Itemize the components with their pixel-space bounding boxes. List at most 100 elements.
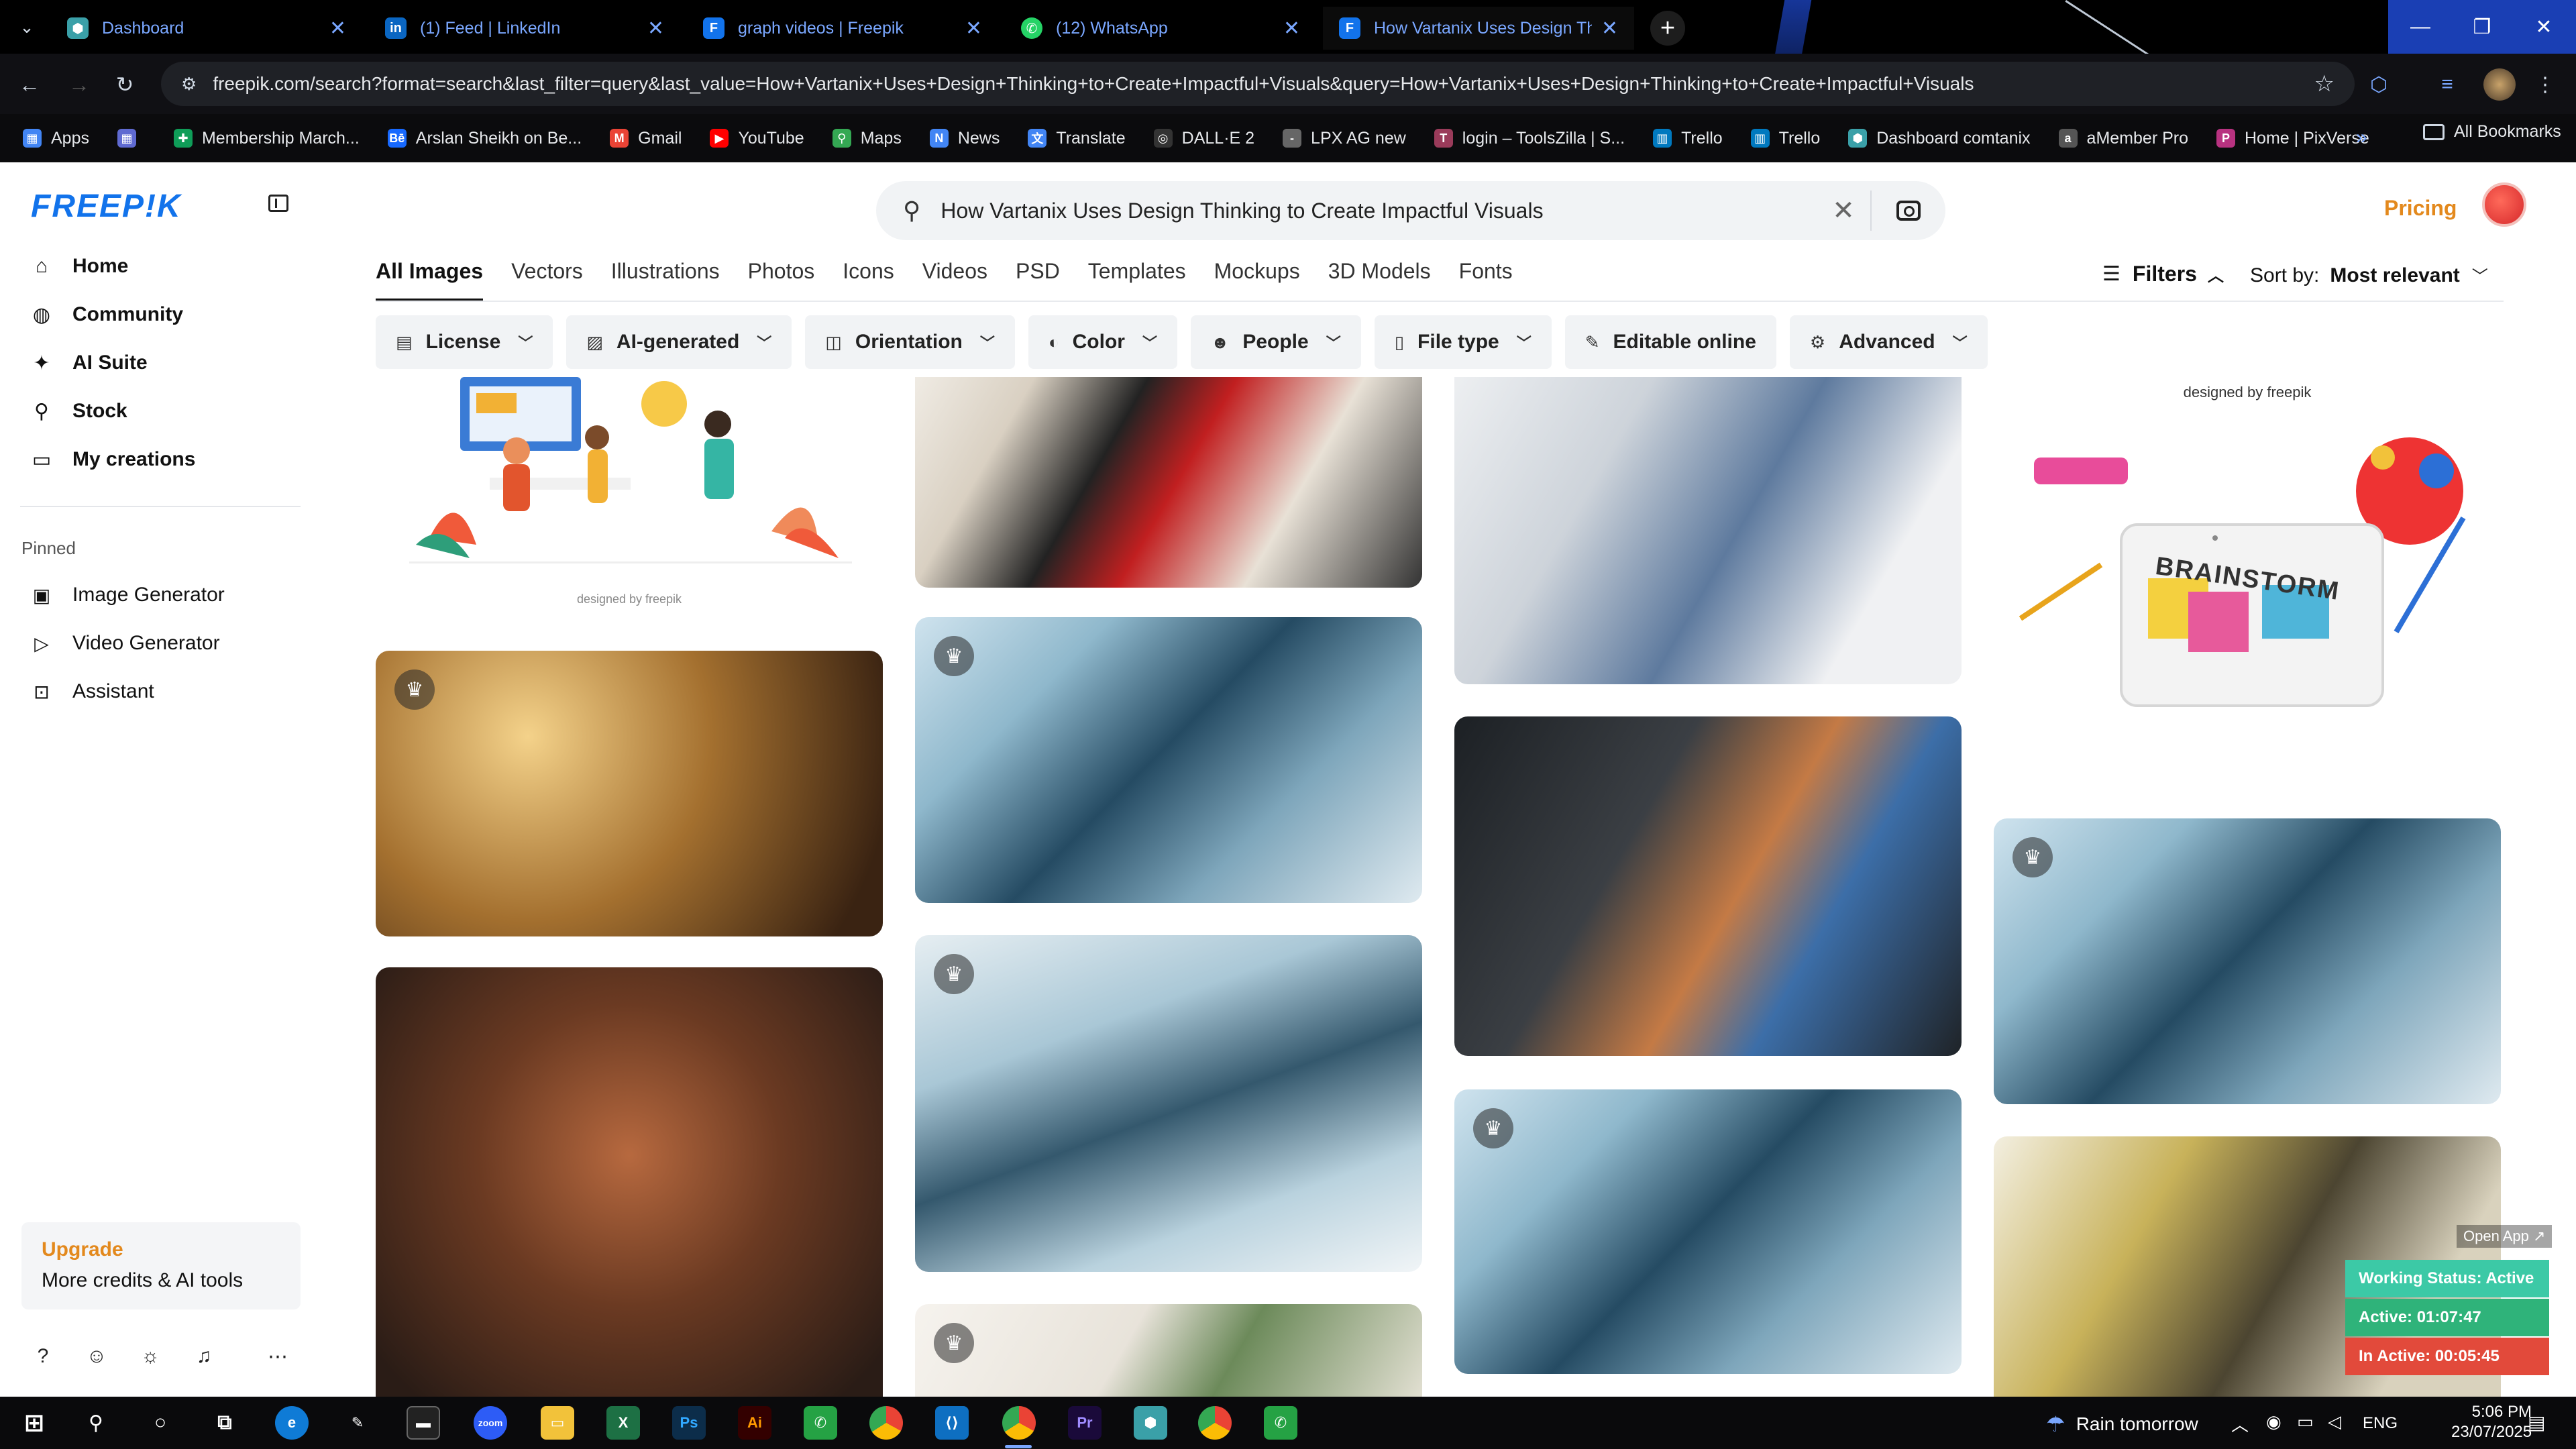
- theme-sun-icon[interactable]: ☼: [138, 1344, 162, 1368]
- bookmark-gmail[interactable]: M Gmail: [610, 129, 682, 148]
- close-tab-icon[interactable]: ✕: [965, 17, 982, 40]
- file-explorer-icon[interactable]: ▭: [541, 1406, 574, 1440]
- browser-tab-linkedin[interactable]: in (1) Feed | LinkedIn ✕: [369, 7, 680, 50]
- excel-icon[interactable]: X: [606, 1406, 640, 1440]
- tab-search-chevron-icon[interactable]: ⌄: [12, 12, 42, 42]
- bookmark-dashboard-comtanix[interactable]: ⬢ Dashboard comtanix: [1848, 129, 2031, 148]
- tab-icons[interactable]: Icons: [843, 259, 894, 302]
- tab-fonts[interactable]: Fonts: [1459, 259, 1513, 302]
- site-info-icon[interactable]: ⚙: [181, 74, 197, 95]
- chip-ai-generated[interactable]: ▨ AI-generated ﹀: [566, 315, 792, 369]
- profile-avatar[interactable]: [2483, 68, 2516, 101]
- tab-all-images[interactable]: All Images: [376, 259, 484, 302]
- minimize-button[interactable]: —: [2388, 0, 2453, 54]
- bookmark-youtube[interactable]: ▶ YouTube: [710, 129, 804, 148]
- terminal-icon[interactable]: ▬: [407, 1406, 440, 1440]
- close-tab-icon[interactable]: ✕: [1283, 17, 1300, 40]
- sort-by-dropdown[interactable]: Sort by: Most relevant ﹀: [2250, 263, 2488, 287]
- result-card-woman-laptop[interactable]: [1454, 716, 1962, 1056]
- result-card-glass-board-man-2[interactable]: ♛: [1454, 1089, 1962, 1374]
- discord-icon[interactable]: ☺: [85, 1344, 109, 1368]
- chip-color[interactable]: ◐ Color ﹀: [1028, 315, 1177, 369]
- reload-icon[interactable]: ↻: [110, 70, 140, 99]
- task-view-icon[interactable]: ⧉: [208, 1406, 241, 1440]
- chip-editable-online[interactable]: ✎ Editable online: [1564, 315, 1776, 369]
- browser-menu-icon[interactable]: ⋮: [2529, 68, 2561, 101]
- bookmark-lpx[interactable]: - LPX AG new: [1283, 129, 1406, 148]
- tab-illustrations[interactable]: Illustrations: [611, 259, 720, 302]
- tab-videos[interactable]: Videos: [922, 259, 987, 302]
- result-card-designer-laptop[interactable]: ♛: [376, 651, 883, 936]
- notification-center-icon[interactable]: ▤: [2528, 1411, 2545, 1434]
- user-avatar[interactable]: [2482, 182, 2526, 227]
- bookmark-dalle[interactable]: ◎ DALL·E 2: [1153, 129, 1254, 148]
- search-icon[interactable]: ⚲: [79, 1406, 113, 1440]
- filters-toggle[interactable]: ☰ Filters ︿: [2102, 262, 2224, 286]
- vscode-icon[interactable]: ⟨⟩: [935, 1406, 969, 1440]
- zoom-icon[interactable]: zoom: [474, 1406, 507, 1440]
- bookmark-trello-1[interactable]: ▥ Trello: [1653, 129, 1723, 148]
- media-controls-icon[interactable]: ≡: [2431, 68, 2463, 101]
- forward-arrow-icon[interactable]: →: [64, 70, 94, 99]
- premiere-icon[interactable]: Pr: [1068, 1406, 1102, 1440]
- tab-mockups[interactable]: Mockups: [1214, 259, 1300, 302]
- weather-widget[interactable]: ☂ Rain tomorrow: [2046, 1411, 2198, 1437]
- pen-tool-icon[interactable]: ✎: [341, 1406, 374, 1440]
- bookmark-amember[interactable]: a aMember Pro: [2058, 129, 2188, 148]
- photoshop-icon[interactable]: Ps: [672, 1406, 706, 1440]
- pricing-link[interactable]: Pricing: [2384, 196, 2457, 221]
- result-card-glass-board-team[interactable]: ♛: [915, 935, 1422, 1272]
- bookmark-pixverse[interactable]: P Home | PixVerse: [2216, 129, 2369, 148]
- freepik-logo[interactable]: FREEP!K: [31, 188, 182, 225]
- open-app-link[interactable]: Open App ↗: [2457, 1225, 2553, 1248]
- bookmark-trello-2[interactable]: ▥ Trello: [1750, 129, 1820, 148]
- sidebar-item-video-generator[interactable]: ▷ Video Generator: [31, 632, 219, 655]
- network-icon[interactable]: ▭: [2297, 1411, 2314, 1432]
- close-tab-icon[interactable]: ✕: [1601, 17, 1618, 40]
- result-card-redhead-drawing[interactable]: [376, 967, 883, 1397]
- tab-psd[interactable]: PSD: [1016, 259, 1060, 302]
- result-card-team-red[interactable]: [915, 377, 1422, 588]
- bookmark-star-icon[interactable]: ☆: [2314, 70, 2334, 97]
- chip-advanced[interactable]: ⚙ Advanced ﹀: [1789, 315, 1988, 369]
- bookmark-grid[interactable]: ▦: [117, 129, 146, 148]
- result-card-glass-board-man[interactable]: ♛: [915, 617, 1422, 903]
- close-tab-icon[interactable]: ✕: [647, 17, 664, 40]
- chip-file-type[interactable]: ▯ File type ﹀: [1374, 315, 1552, 369]
- illustrator-icon[interactable]: Ai: [738, 1406, 771, 1440]
- sidebar-item-assistant[interactable]: ⊡ Assistant: [31, 680, 154, 703]
- browser-tab-dashboard[interactable]: ⬢ Dashboard ✕: [51, 7, 362, 50]
- sidebar-item-image-generator[interactable]: ▣ Image Generator: [31, 584, 225, 606]
- new-tab-button[interactable]: +: [1650, 11, 1685, 46]
- tab-photos[interactable]: Photos: [748, 259, 815, 302]
- chip-license[interactable]: ▤ License ﹀: [376, 315, 553, 369]
- sidebar-collapse-icon[interactable]: [268, 195, 288, 212]
- bookmark-translate[interactable]: 文 Translate: [1028, 129, 1126, 148]
- result-card-wireframes[interactable]: [1454, 377, 1962, 684]
- result-card-desk-top[interactable]: ♛: [915, 1304, 1422, 1397]
- chrome-profile-icon[interactable]: [1198, 1406, 1232, 1440]
- result-card-illustration-team[interactable]: designed by freepik: [376, 377, 883, 619]
- all-bookmarks-button[interactable]: All Bookmarks: [2423, 122, 2561, 142]
- tab-templates[interactable]: Templates: [1088, 259, 1186, 302]
- result-card-brainstorm[interactable]: designed by freepik BRAINSTORM: [1994, 377, 2501, 806]
- upgrade-card[interactable]: Upgrade More credits & AI tools: [21, 1222, 301, 1309]
- meet-camera-icon[interactable]: ◉: [2266, 1411, 2282, 1432]
- search-input[interactable]: [941, 198, 1817, 223]
- back-arrow-icon[interactable]: ←: [15, 70, 44, 99]
- language-indicator[interactable]: ENG: [2363, 1414, 2398, 1433]
- camera-search-icon[interactable]: [1872, 201, 1945, 221]
- sidebar-item-my-creations[interactable]: ▭ My creations: [31, 448, 196, 471]
- chip-orientation[interactable]: ◫ Orientation ﹀: [805, 315, 1015, 369]
- tab-vectors[interactable]: Vectors: [511, 259, 583, 302]
- chrome-icon[interactable]: [869, 1406, 903, 1440]
- tab-3d-models[interactable]: 3D Models: [1328, 259, 1431, 302]
- bookmark-maps[interactable]: ⚲ Maps: [832, 129, 902, 148]
- browser-tab-freepik-active[interactable]: F How Vartanix Uses Design Thin ✕: [1323, 7, 1634, 50]
- bookmark-news[interactable]: N News: [929, 129, 1000, 148]
- bookmark-membership[interactable]: ✚ Membership March...: [173, 129, 360, 148]
- cortana-circle-icon[interactable]: ○: [144, 1406, 177, 1440]
- chrome-icon-active[interactable]: [1002, 1406, 1036, 1440]
- phone-app-icon[interactable]: ✆: [1264, 1406, 1297, 1440]
- sidebar-item-community[interactable]: ◍ Community: [31, 303, 183, 326]
